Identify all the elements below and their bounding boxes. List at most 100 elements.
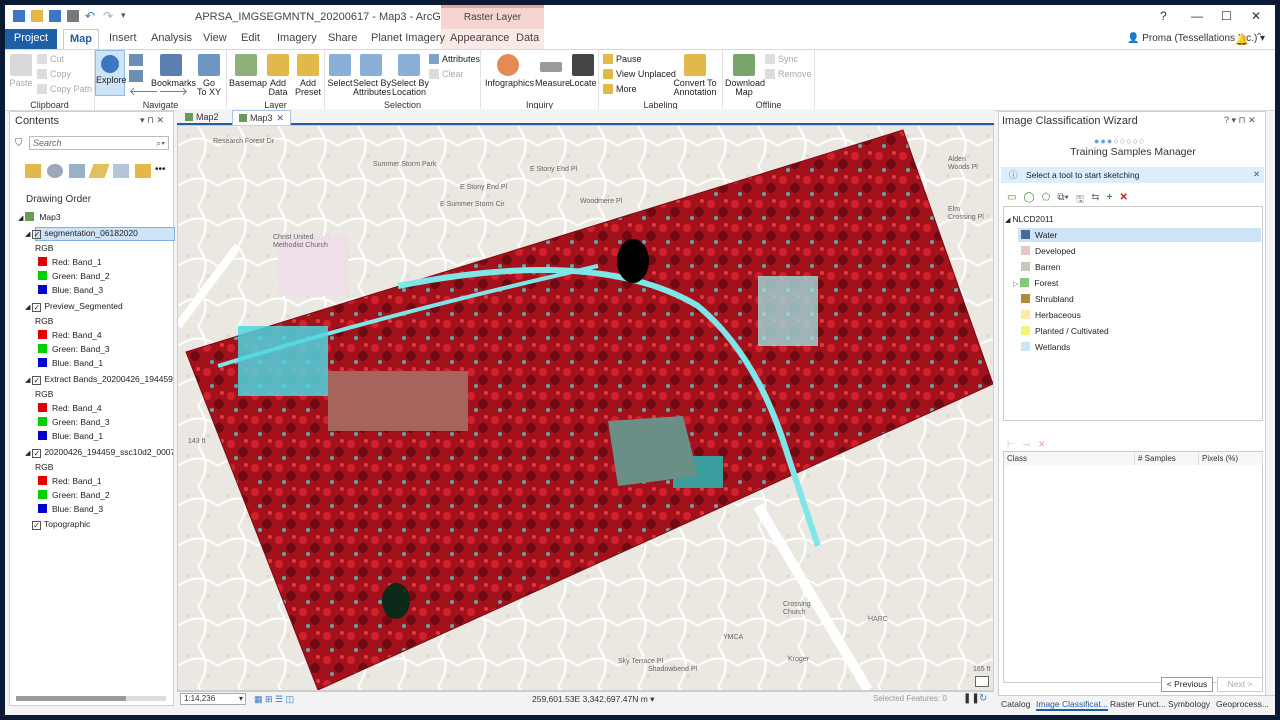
infographics-button[interactable]: Infographics: [485, 54, 534, 88]
tab-catalog[interactable]: Catalog: [1001, 699, 1030, 709]
tab-image-classification[interactable]: Image Classificat...: [1036, 699, 1108, 711]
column-class[interactable]: Class: [1004, 452, 1135, 465]
coordinates-readout[interactable]: 259,601.53E 3,342,697.47N m ▾: [532, 694, 654, 705]
basemap-button[interactable]: Basemap: [229, 54, 267, 88]
paste-button[interactable]: Paste: [8, 54, 34, 88]
layer-visibility-checkbox[interactable]: ✓: [32, 376, 42, 385]
clear-button[interactable]: Clear: [429, 69, 464, 79]
print-icon[interactable]: [67, 10, 79, 22]
tab-appearance[interactable]: Appearance: [450, 32, 509, 44]
pause-drawing-icon[interactable]: ❚❚: [963, 693, 980, 704]
previous-button[interactable]: < Previous: [1161, 677, 1213, 692]
full-extent-icon[interactable]: [129, 54, 143, 66]
tab-symbology[interactable]: Symbology: [1168, 699, 1210, 709]
layer-visibility-checkbox[interactable]: ✓: [32, 449, 42, 458]
new-project-icon[interactable]: [13, 10, 25, 22]
open-icon[interactable]: [31, 10, 43, 22]
horizontal-scrollbar[interactable]: [16, 696, 166, 701]
map-node[interactable]: ◢ Map3: [18, 211, 61, 224]
next-button[interactable]: Next >: [1217, 677, 1263, 692]
minimize-button[interactable]: —: [1191, 9, 1203, 23]
explore-button[interactable]: Explore: [95, 50, 127, 96]
close-icon[interactable]: ✕: [1253, 169, 1260, 180]
goto-xy-button[interactable]: Go To XY: [195, 54, 223, 97]
column-samples[interactable]: # Samples: [1135, 452, 1199, 465]
select-by-location-button[interactable]: Select By Location: [391, 54, 429, 97]
layer-extract-bands[interactable]: ◢ ✓Extract Bands_20200426_194459_ssc10: [25, 373, 173, 386]
remove-button[interactable]: Remove: [765, 69, 812, 79]
pane-options-icon[interactable]: ? ▾ ⊓ ✕: [1224, 115, 1256, 126]
layer-topographic[interactable]: ✓ Topographic: [32, 518, 90, 531]
convert-to-annotation-button[interactable]: Convert To Annotation: [673, 54, 717, 97]
labeling-icon[interactable]: [135, 164, 151, 178]
layer-visibility-checkbox[interactable]: ✓: [32, 521, 41, 530]
layer-segmentation[interactable]: ◢ ✓ segmentation_06182020: [25, 227, 138, 240]
tab-project[interactable]: Project: [5, 29, 57, 49]
copy-path-button[interactable]: Copy Path: [37, 84, 92, 94]
tab-insert[interactable]: Insert: [109, 32, 137, 44]
tab-raster-functions[interactable]: Raster Funct...: [1110, 699, 1166, 709]
customize-qat-icon[interactable]: ▾: [121, 10, 133, 22]
tab-geoprocessing[interactable]: Geoprocess...: [1216, 699, 1269, 709]
data-source-icon[interactable]: [47, 164, 63, 178]
copy-button[interactable]: Copy: [37, 69, 71, 79]
map-navigator-icon[interactable]: [975, 676, 989, 687]
map-tools-icons[interactable]: ▦ ⊞ ☰ ◫: [254, 694, 294, 705]
maximize-button[interactable]: ☐: [1221, 9, 1232, 23]
notification-bell-icon[interactable]: 🔔: [1235, 33, 1249, 46]
map-canvas[interactable]: [178, 126, 993, 690]
view-unplaced-button[interactable]: View Unplaced: [603, 69, 676, 79]
locate-button[interactable]: Locate: [569, 54, 597, 88]
map-view[interactable]: Research Forest Dr Summer Storm Park E S…: [177, 125, 994, 691]
close-button[interactable]: ✕: [1251, 9, 1261, 23]
tab-share[interactable]: Share: [328, 32, 357, 44]
pane-options-icon[interactable]: ▾ ⊓ ✕: [140, 115, 164, 126]
undo-icon[interactable]: ↶: [85, 10, 97, 22]
select-by-attributes-button[interactable]: Select By Attributes: [353, 54, 391, 97]
map-icon: [185, 113, 193, 121]
tab-edit[interactable]: Edit: [241, 32, 260, 44]
scale-selector[interactable]: 1:14,236 ▾: [180, 693, 246, 705]
fixed-zoom-icon[interactable]: [129, 70, 143, 82]
column-pixels[interactable]: Pixels (%): [1199, 452, 1263, 465]
redo-icon[interactable]: ↷: [103, 10, 115, 22]
close-tab-icon[interactable]: ✕: [277, 113, 285, 123]
editing-icon[interactable]: [88, 164, 110, 178]
more-labeling-button[interactable]: More: [603, 84, 637, 94]
snapping-icon[interactable]: [113, 164, 129, 178]
tab-map[interactable]: Map: [63, 29, 99, 49]
sync-button[interactable]: Sync: [765, 54, 798, 64]
pause-labels-button[interactable]: Pause: [603, 54, 642, 64]
select-button[interactable]: Select: [327, 54, 353, 88]
tab-planet-imagery[interactable]: Planet Imagery: [371, 32, 445, 44]
save-icon[interactable]: [49, 10, 61, 22]
selection-icon[interactable]: [69, 164, 85, 178]
collapse-icon[interactable]: ⊢: [1007, 439, 1015, 450]
add-data-button[interactable]: Add Data: [265, 54, 291, 97]
refresh-icon[interactable]: ↻: [979, 693, 987, 704]
layer-preview-segmented[interactable]: ◢ ✓ Preview_Segmented: [25, 300, 123, 313]
tab-data[interactable]: Data: [516, 32, 539, 44]
delete-sample-icon[interactable]: ✕: [1038, 439, 1046, 450]
layer-analytic[interactable]: ◢ ✓20200426_194459_ssc10d2_0007_analy: [25, 446, 173, 459]
drawing-order-icon[interactable]: [25, 164, 41, 178]
bookmarks-button[interactable]: Bookmarks: [151, 54, 196, 88]
attributes-button[interactable]: Attributes: [429, 54, 480, 64]
collapse-ribbon-icon[interactable]: ⌃: [1255, 32, 1263, 43]
contents-search-input[interactable]: Search ⌕▾: [29, 136, 169, 150]
layer-visibility-checkbox[interactable]: ✓: [32, 303, 42, 312]
filter-icon[interactable]: ⛉: [15, 138, 23, 149]
tab-analysis[interactable]: Analysis: [151, 32, 192, 44]
help-icon[interactable]: ?: [1160, 9, 1167, 23]
add-preset-button[interactable]: Add Preset: [293, 54, 323, 97]
download-map-button[interactable]: Download Map: [725, 54, 765, 97]
tab-map3[interactable]: Map3 ✕: [232, 110, 292, 125]
tab-view[interactable]: View: [203, 32, 227, 44]
more-options-icon[interactable]: •••: [155, 164, 166, 175]
tab-imagery[interactable]: Imagery: [277, 32, 317, 44]
cut-button[interactable]: Cut: [37, 54, 64, 64]
merge-icon[interactable]: ⤙: [1023, 439, 1030, 450]
tab-map2[interactable]: Map2: [179, 110, 225, 125]
layer-visibility-checkbox[interactable]: ✓: [32, 230, 42, 239]
measure-button[interactable]: Measure: [535, 54, 570, 88]
